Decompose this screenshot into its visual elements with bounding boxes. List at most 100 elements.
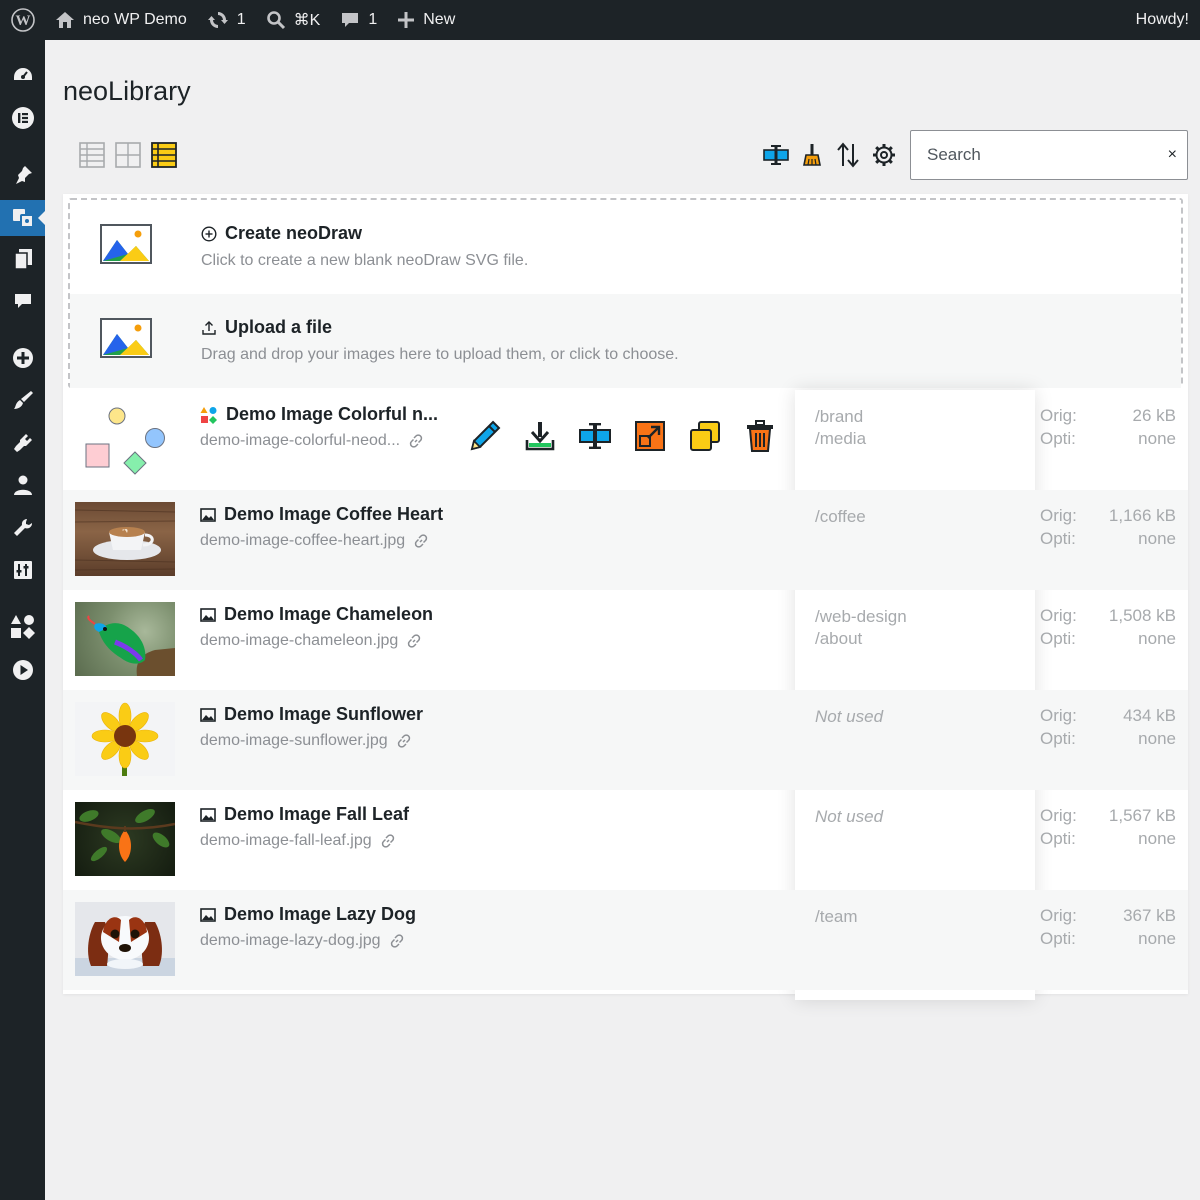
media-file: demo-image-sunflower.jpg (200, 732, 388, 749)
sliders-icon (13, 561, 32, 579)
create-neodraw-desc: Click to create a new blank neoDraw SVG … (201, 252, 529, 269)
upload-icon (202, 320, 216, 335)
media-file: demo-image-chameleon.jpg (200, 632, 399, 649)
media-thumbnail (75, 502, 175, 576)
updates-link[interactable]: 1 (197, 0, 256, 40)
comments-count: 1 (368, 11, 378, 28)
home-icon (56, 12, 74, 28)
media-row-coffee[interactable]: Demo Image Coffee Heart demo-image-coffe… (63, 490, 1188, 590)
usage-link[interactable]: /about (815, 628, 907, 650)
media-filename: demo-image-coffee-heart.jpg (200, 532, 429, 550)
media-title: Demo Image Colorful n... (200, 404, 438, 425)
menu-shapes[interactable] (0, 608, 45, 644)
cleanup-tool-button[interactable] (799, 140, 825, 170)
upload-file-desc: Drag and drop your images here to upload… (201, 346, 679, 363)
search-shortcut-link[interactable]: ⌘K (256, 0, 331, 40)
media-thumbnail (75, 902, 175, 976)
new-content-link[interactable]: New (387, 0, 465, 40)
media-thumbnail (75, 602, 175, 676)
usage-link[interactable]: /brand (815, 406, 866, 428)
menu-neolibrary[interactable] (0, 200, 46, 236)
sort-tool-button[interactable] (835, 140, 861, 170)
link-icon[interactable] (406, 633, 422, 649)
elementor-icon (11, 107, 34, 129)
page-title: neoLibrary (63, 76, 191, 106)
media-row-chameleon[interactable]: Demo Image Chameleon demo-image-chameleo… (63, 590, 1188, 690)
text-cursor-icon (763, 145, 789, 165)
orig-size: 1,508 kB (1108, 606, 1176, 625)
orig-label: Orig: (1040, 806, 1077, 825)
upload-file-row[interactable]: Upload a file Drag and drop your images … (70, 294, 1181, 388)
menu-comments[interactable] (0, 283, 45, 319)
media-title: Demo Image Chameleon (200, 604, 433, 625)
usage-link[interactable]: /coffee (815, 506, 866, 528)
settings-tool-button[interactable] (871, 140, 897, 170)
media-sizes: Orig: 1,567 kB Opti: none (1040, 804, 1176, 850)
media-row-colorful[interactable]: Demo Image Colorful n... demo-image-colo… (63, 390, 1188, 490)
search-clear-button[interactable]: × (1168, 146, 1177, 164)
menu-settings[interactable] (0, 552, 45, 588)
media-icon (12, 209, 34, 228)
media-row-fall-leaf[interactable]: Demo Image Fall Leaf demo-image-fall-lea… (63, 790, 1188, 890)
user-icon (13, 475, 32, 495)
menu-posts[interactable] (0, 157, 45, 193)
menu-users[interactable] (0, 467, 45, 503)
link-icon[interactable] (380, 833, 396, 849)
wordpress-logo-icon[interactable]: W (0, 0, 45, 40)
link-icon[interactable] (408, 433, 424, 449)
site-name-link[interactable]: neo WP Demo (45, 0, 197, 40)
menu-plugins[interactable] (0, 425, 45, 461)
menu-tools[interactable] (0, 510, 45, 546)
duplicate-button[interactable] (689, 420, 721, 452)
link-icon[interactable] (389, 933, 405, 949)
circle-plus-icon (12, 348, 33, 368)
orig-label: Orig: (1040, 906, 1077, 925)
broom-icon (803, 144, 821, 166)
view-grid-button[interactable] (114, 141, 142, 169)
menu-media-player[interactable] (0, 652, 45, 688)
media-row-lazy-dog[interactable]: Demo Image Lazy Dog demo-image-lazy-dog.… (63, 890, 1188, 990)
rows-icon (151, 142, 177, 168)
media-file: demo-image-colorful-neod... (200, 432, 401, 449)
usage-link[interactable]: /media (815, 428, 866, 450)
menu-appearance[interactable] (0, 382, 45, 418)
pushpin-icon (15, 166, 32, 184)
gear-icon (873, 144, 895, 166)
media-row-sunflower[interactable]: Demo Image Sunflower demo-image-sunflowe… (63, 690, 1188, 790)
replace-tool-button[interactable] (763, 140, 789, 170)
link-icon[interactable] (396, 733, 412, 749)
pages-icon (13, 249, 32, 270)
usage-link[interactable]: /team (815, 906, 858, 928)
media-filename: demo-image-lazy-dog.jpg (200, 932, 405, 950)
account-link[interactable]: Howdy! (1126, 0, 1200, 40)
edit-button[interactable] (469, 420, 501, 452)
comment-icon (14, 294, 31, 308)
media-usage: /brand /media (815, 406, 866, 450)
library-panel: Create neoDraw Click to create a new bla… (63, 194, 1188, 1000)
create-neodraw-row[interactable]: Create neoDraw Click to create a new bla… (70, 200, 1181, 294)
usage-link[interactable]: /web-design (815, 606, 907, 628)
opti-size: none (1138, 429, 1176, 448)
replace-button[interactable] (579, 420, 611, 452)
orig-size: 26 kB (1132, 406, 1176, 425)
comments-link[interactable]: 1 (330, 0, 387, 40)
search-input[interactable] (911, 131, 1151, 179)
delete-button[interactable] (744, 420, 776, 452)
media-title: Demo Image Coffee Heart (200, 504, 443, 525)
view-list-button[interactable] (78, 141, 106, 169)
opti-label: Opti: (1040, 429, 1076, 448)
download-button[interactable] (524, 420, 556, 452)
menu-add-new[interactable] (0, 340, 45, 376)
view-rows-button[interactable] (150, 141, 178, 169)
link-icon[interactable] (413, 533, 429, 549)
site-name: neo WP Demo (83, 11, 187, 28)
resize-button[interactable] (634, 420, 666, 452)
orig-size: 1,567 kB (1108, 806, 1176, 825)
media-file: demo-image-coffee-heart.jpg (200, 532, 406, 549)
menu-elementor[interactable] (0, 100, 45, 136)
menu-pages[interactable] (0, 241, 45, 277)
menu-dashboard[interactable] (0, 58, 45, 94)
plug-icon (13, 434, 32, 452)
download-icon (525, 422, 555, 451)
media-name: Demo Image Sunflower (224, 704, 424, 724)
